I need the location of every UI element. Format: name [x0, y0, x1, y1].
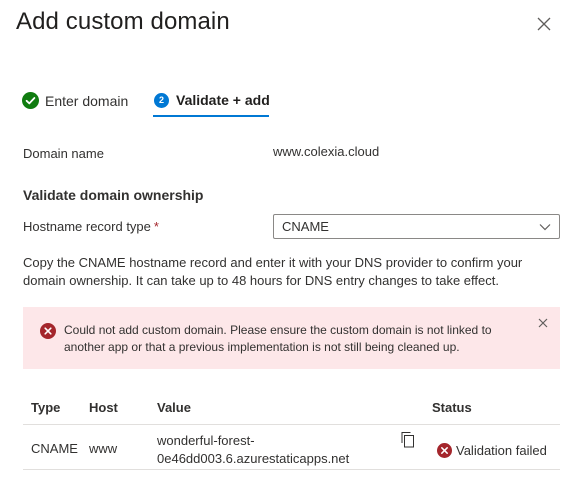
domain-name-label: Domain name — [23, 146, 104, 161]
step-validate-add[interactable]: 2 Validate + add — [154, 92, 270, 108]
panel-title: Add custom domain — [16, 8, 230, 35]
step-label: Validate + add — [176, 92, 270, 108]
column-header-host: Host — [89, 400, 118, 415]
step-label: Enter domain — [45, 92, 129, 109]
select-value: CNAME — [282, 219, 329, 234]
error-circle-icon — [40, 323, 56, 339]
instructions-text: Copy the CNAME hostname record and enter… — [23, 255, 523, 288]
domain-name-value: www.colexia.cloud — [273, 144, 380, 159]
section-heading: Validate domain ownership — [23, 187, 204, 203]
field-label: Hostname record type — [23, 219, 151, 234]
column-header-status: Status — [432, 400, 472, 415]
close-button[interactable] — [532, 12, 556, 36]
step-number-badge: 2 — [154, 92, 169, 108]
wizard-steps: Enter domain 2 Validate + add — [22, 90, 542, 120]
close-icon — [537, 17, 551, 31]
step-enter-domain[interactable]: Enter domain — [22, 92, 128, 109]
hostname-record-type-select[interactable]: CNAME — [273, 214, 560, 239]
error-message-text: Could not add custom domain. Please ensu… — [64, 323, 492, 354]
required-marker: * — [153, 219, 159, 234]
column-header-type: Type — [31, 400, 61, 415]
error-circle-icon — [437, 443, 452, 458]
active-step-underline — [153, 115, 269, 117]
cell-status: Validation failed — [456, 443, 547, 458]
checkmark-circle-icon — [22, 92, 39, 109]
table-row-divider — [23, 469, 560, 470]
dismiss-error-button[interactable] — [537, 317, 549, 329]
error-message-bar: Could not add custom domain. Please ensu… — [23, 307, 560, 369]
chevron-down-icon — [539, 224, 551, 231]
cell-type: CNAME — [31, 441, 78, 456]
value-line-2: 0e46dd003.6.azurestaticapps.net — [157, 451, 350, 466]
cell-host: www — [89, 441, 118, 456]
copy-icon[interactable] — [400, 431, 415, 448]
cell-value: wonderful-forest- 0e46dd003.6.azurestati… — [157, 432, 349, 468]
column-header-value: Value — [157, 400, 191, 415]
hostname-record-type-label: Hostname record type * — [23, 219, 159, 234]
value-line-1: wonderful-forest- — [157, 433, 255, 448]
table-header-divider — [23, 424, 560, 425]
